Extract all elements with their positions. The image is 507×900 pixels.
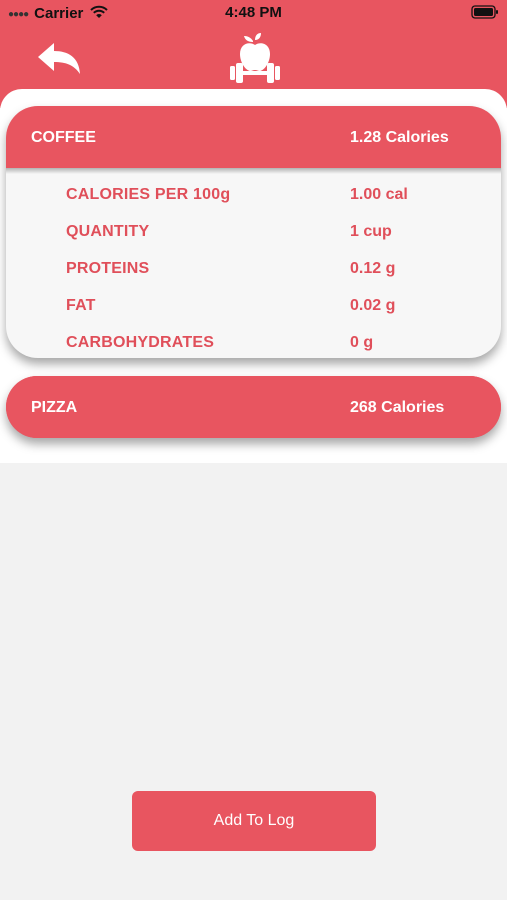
food-calories: 1.28 Calories [350,129,449,146]
status-bar: ●●●● Carrier 4:48 PM [0,0,507,26]
back-button[interactable] [36,42,82,76]
nutrient-row-proteins: PROTEINS 0.12 g [6,250,501,287]
food-card-header[interactable]: COFFEE 1.28 Calories [6,106,501,174]
nutrient-label: QUANTITY [66,223,150,240]
nutrient-value: 0.12 g [350,260,396,277]
nutrient-label: CALORIES PER 100g [66,186,231,203]
food-name: COFFEE [31,129,96,146]
nutrient-label: PROTEINS [66,260,150,277]
food-calories: 268 Calories [350,399,445,416]
nutrient-label: CARBOHYDRATES [66,334,215,351]
food-name: PIZZA [31,399,78,416]
nutrient-value: 0 g [350,334,374,351]
food-card-header[interactable]: PIZZA 268 Calories [6,376,501,438]
add-to-log-label: Add To Log [213,812,295,829]
food-card-pizza[interactable]: PIZZA 268 Calories [6,376,501,438]
nutrient-label: FAT [66,297,96,314]
battery-icon [471,5,499,23]
nutrient-row-calories-per-100g: CALORIES PER 100g 1.00 cal [6,176,501,213]
nutrient-value: 0.02 g [350,297,396,314]
nutrient-row-quantity: QUANTITY 1 cup [6,213,501,250]
nutrient-row-carbohydrates: CARBOHYDRATES 0 g [6,324,501,358]
food-card-coffee[interactable]: COFFEE 1.28 Calories CALORIES PER 100g 1… [6,106,501,358]
back-arrow-icon [38,43,80,74]
nutrient-row-fat: FAT 0.02 g [6,287,501,324]
status-time: 4:48 PM [225,4,282,21]
food-details: CALORIES PER 100g 1.00 cal QUANTITY 1 cu… [6,168,501,358]
nutrient-value: 1 cup [350,223,392,240]
nutrient-value: 1.00 cal [350,186,408,203]
apple-dumbbell-logo-icon [228,32,282,84]
add-to-log-button[interactable]: Add To Log [132,791,376,851]
